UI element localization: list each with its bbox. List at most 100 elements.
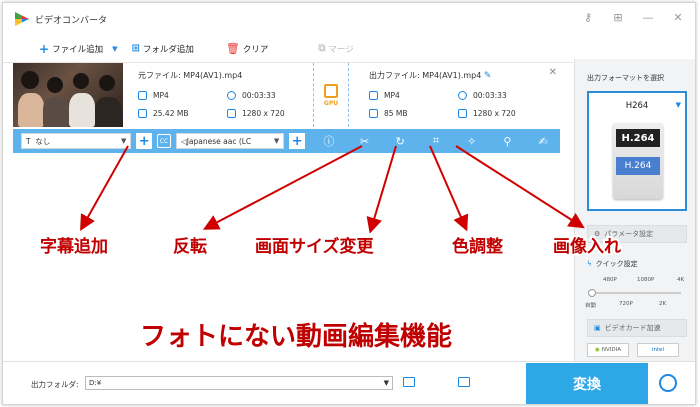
- key-icon[interactable]: ⚷: [581, 11, 595, 24]
- video-format-icon: [138, 91, 147, 100]
- src-format-value: MP4: [153, 91, 169, 100]
- trash-icon: 🗑: [225, 42, 240, 55]
- out-format-value: MP4: [384, 91, 400, 100]
- res-1080p: 1080P: [637, 277, 655, 283]
- output-path-value: D:¥: [89, 379, 102, 387]
- convert-button[interactable]: 変換: [526, 363, 648, 404]
- res-4k: 4K: [677, 277, 685, 283]
- intel-badge: intel: [637, 343, 679, 357]
- merge-button[interactable]: ⧉ マージ: [318, 43, 353, 55]
- format-name: H264: [625, 101, 649, 111]
- gpu-chip-icon: [324, 83, 338, 98]
- annotation-crop: 画面サイズ変更: [253, 235, 375, 259]
- output-file-name: 出力ファイル: MP4(AV1).mp4 ✎: [369, 70, 491, 81]
- gpu-icon: ▣: [594, 324, 601, 332]
- file-item[interactable]: 元ファイル: MP4(AV1).mp4 MP4 00:03:33 25.42 M…: [13, 63, 563, 127]
- resolution-icon: [458, 109, 467, 118]
- nvidia-logo-icon: ◉: [595, 347, 600, 353]
- thumb-person: [43, 97, 69, 127]
- audio-track-select[interactable]: ◁Japanese aac (LC ▼: [175, 133, 285, 149]
- cart-icon[interactable]: ⊞: [611, 11, 625, 24]
- cc-icon[interactable]: CC: [157, 134, 171, 148]
- title-bar: ビデオコンバータ ⚷ ⊞ — ✕: [3, 3, 695, 35]
- out-resolution: 1280 x 720: [458, 109, 516, 118]
- src-duration: 00:03:33: [227, 91, 276, 100]
- add-subtitle-button[interactable]: +: [136, 133, 153, 149]
- lightning-icon: ϟ: [587, 260, 592, 268]
- alarm-clock-icon[interactable]: [659, 374, 677, 392]
- effects-icon[interactable]: ✧: [463, 132, 481, 150]
- out-size: 85 MB: [369, 109, 408, 118]
- thumb-person: [69, 93, 95, 127]
- audio-value: Japanese aac (LC: [186, 136, 252, 146]
- rotate-icon[interactable]: ↻: [391, 132, 409, 150]
- merge-label: マージ: [328, 44, 354, 55]
- thumb-person: [47, 77, 63, 93]
- minimize-icon[interactable]: —: [641, 11, 655, 24]
- gpu-label: GPU: [323, 99, 339, 107]
- clear-button[interactable]: 🗑 クリア: [226, 42, 268, 55]
- nvidia-badge: ◉ NVIDIA: [587, 343, 629, 357]
- quick-settings-text: クイック設定: [595, 260, 638, 268]
- subtitle-select-value: T なし: [26, 136, 50, 147]
- crop-icon[interactable]: ⌗: [427, 132, 445, 150]
- quick-settings-label: ϟ クイック設定: [587, 259, 638, 269]
- video-format-icon: [369, 91, 378, 100]
- gpu-indicator: GPU: [313, 63, 349, 127]
- plus-icon: +: [39, 41, 50, 56]
- source-file-name: 元ファイル: MP4(AV1).mp4: [138, 71, 243, 80]
- info-icon[interactable]: ⓘ: [320, 132, 338, 150]
- src-resolution-value: 1280 x 720: [242, 109, 285, 118]
- res-480p: 480P: [603, 277, 617, 283]
- chevron-down-icon[interactable]: ▼: [384, 377, 389, 389]
- audio-select-value: ◁Japanese aac (LC: [181, 137, 251, 146]
- format-card-bottom: H.264: [616, 157, 660, 175]
- browse-folder-icon[interactable]: [458, 377, 470, 387]
- subtitle-select[interactable]: T なし ▼: [21, 133, 132, 149]
- format-card-top: H.264: [616, 129, 660, 147]
- add-folder-button[interactable]: ⊞ フォルダ追加: [131, 43, 193, 55]
- format-card-icon: H.264 H.264: [613, 123, 663, 199]
- thumb-person: [95, 97, 121, 127]
- pencil-icon[interactable]: ✎: [484, 71, 492, 81]
- remove-file-icon[interactable]: ✕: [549, 67, 557, 78]
- add-audio-button[interactable]: +: [289, 133, 306, 149]
- quality-slider[interactable]: [588, 289, 681, 297]
- annotation-watermark: 画像入れ: [551, 235, 623, 259]
- folder-plus-icon: ⊞: [131, 43, 140, 54]
- output-file-name-text: 出力ファイル: MP4(AV1).mp4: [369, 71, 482, 80]
- out-size-value: 85 MB: [384, 109, 408, 118]
- thumb-person: [18, 93, 44, 127]
- text-icon: T: [26, 136, 31, 146]
- window-controls: ⚷ ⊞ — ✕: [581, 11, 685, 24]
- video-thumbnail[interactable]: [13, 63, 123, 127]
- out-format: MP4: [369, 91, 400, 100]
- res-2k: 2K: [659, 301, 667, 307]
- clock-icon: [458, 91, 467, 100]
- output-path-field[interactable]: D:¥ ▼: [85, 376, 393, 390]
- edit-toolbar: T なし ▼ + CC ◁Japanese aac (LC ▼ + ⓘ ✂ ↻ …: [13, 129, 560, 153]
- add-file-button[interactable]: + ファイル追加 ▼: [39, 42, 117, 56]
- subtitle-edit-icon[interactable]: ✍: [534, 132, 552, 150]
- src-size-value: 25.42 MB: [153, 109, 189, 118]
- format-selector[interactable]: H264 ▼ H.264 H.264: [587, 91, 687, 211]
- open-folder-icon[interactable]: [403, 377, 415, 387]
- src-resolution: 1280 x 720: [227, 109, 285, 118]
- chevron-down-icon[interactable]: ▼: [676, 101, 681, 109]
- gpu-accel-label: ビデオカード加速: [604, 324, 661, 332]
- slider-knob[interactable]: [588, 289, 596, 297]
- app-logo-icon: [15, 12, 29, 26]
- close-icon[interactable]: ✕: [671, 11, 685, 24]
- dropdown-arrow-icon[interactable]: ▼: [112, 45, 117, 53]
- annotation-rotate: 反転: [171, 235, 209, 259]
- app-title: ビデオコンバータ: [35, 15, 108, 26]
- cut-icon[interactable]: ✂: [356, 132, 374, 150]
- annotation-subtitle-add: 字幕追加: [38, 235, 110, 259]
- gpu-acceleration-button[interactable]: ▣ ビデオカード加速: [587, 319, 687, 337]
- chevron-down-icon: ▼: [273, 137, 280, 145]
- nvidia-label: NVIDIA: [601, 347, 621, 353]
- thumb-person: [99, 75, 115, 91]
- src-size: 25.42 MB: [138, 109, 188, 118]
- watermark-icon[interactable]: ⚲: [499, 132, 517, 150]
- out-duration-value: 00:03:33: [473, 91, 507, 100]
